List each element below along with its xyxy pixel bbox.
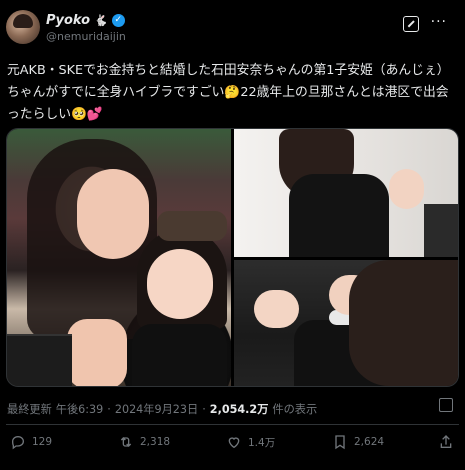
reply-button[interactable]: 129 bbox=[10, 434, 52, 450]
verified-badge-icon: ✓ bbox=[111, 14, 125, 27]
tweet-header: Pyoko 🐇 ✓ @nemuridaijin ··· bbox=[6, 10, 459, 50]
rabbit-emoji-icon: 🐇 bbox=[94, 14, 108, 27]
like-count: 1.4万 bbox=[248, 436, 276, 449]
meta-date[interactable]: 2024年9月23日 bbox=[115, 401, 198, 417]
divider bbox=[6, 424, 459, 425]
avatar[interactable] bbox=[6, 10, 40, 44]
grok-icon[interactable] bbox=[403, 16, 419, 32]
photo-child-in-car[interactable] bbox=[234, 260, 458, 386]
reply-count: 129 bbox=[32, 436, 53, 448]
bookmark-icon bbox=[332, 434, 348, 450]
reply-icon bbox=[10, 434, 26, 450]
meta-label: 最終更新 bbox=[7, 403, 52, 416]
meta-time[interactable]: 午後6:39 bbox=[56, 401, 104, 417]
retweet-count: 2,318 bbox=[140, 436, 171, 448]
tweet-text: 元AKB・SKEでお金持ちと結婚した石田安奈ちゃんの第1子安姫（あんじぇ）ちゃん… bbox=[7, 63, 450, 122]
like-button[interactable]: 1.4万 bbox=[226, 434, 275, 450]
share-icon bbox=[438, 434, 454, 450]
media-grid bbox=[6, 128, 459, 387]
author-name-row: Pyoko 🐇 ✓ bbox=[46, 13, 125, 28]
bookmark-button[interactable]: 2,624 bbox=[332, 434, 384, 450]
bookmark-count: 2,624 bbox=[354, 436, 385, 448]
views-count: 2,054.2万 bbox=[209, 403, 269, 416]
meta-separator: · bbox=[107, 402, 111, 416]
heart-icon bbox=[226, 434, 242, 450]
action-bar: 129 2,318 1.4万 2,624 bbox=[0, 434, 465, 464]
author-handle[interactable]: @nemuridaijin bbox=[46, 30, 126, 43]
views-label: 件の表示 bbox=[272, 403, 318, 416]
author-display-name[interactable]: Pyoko bbox=[46, 13, 90, 28]
more-options-icon[interactable]: ··· bbox=[431, 14, 447, 30]
photo-child-walking[interactable] bbox=[234, 129, 458, 257]
retweet-button[interactable]: 2,318 bbox=[118, 434, 170, 450]
retweet-icon bbox=[118, 434, 134, 450]
share-button[interactable] bbox=[438, 434, 454, 450]
tweet-meta: 最終更新 午後6:39 · 2024年9月23日 · 2,054.2万 件の表示 bbox=[7, 401, 317, 417]
edit-history-icon[interactable] bbox=[439, 398, 453, 412]
meta-separator: · bbox=[202, 402, 206, 416]
photo-mother-and-daughter[interactable] bbox=[7, 129, 231, 386]
